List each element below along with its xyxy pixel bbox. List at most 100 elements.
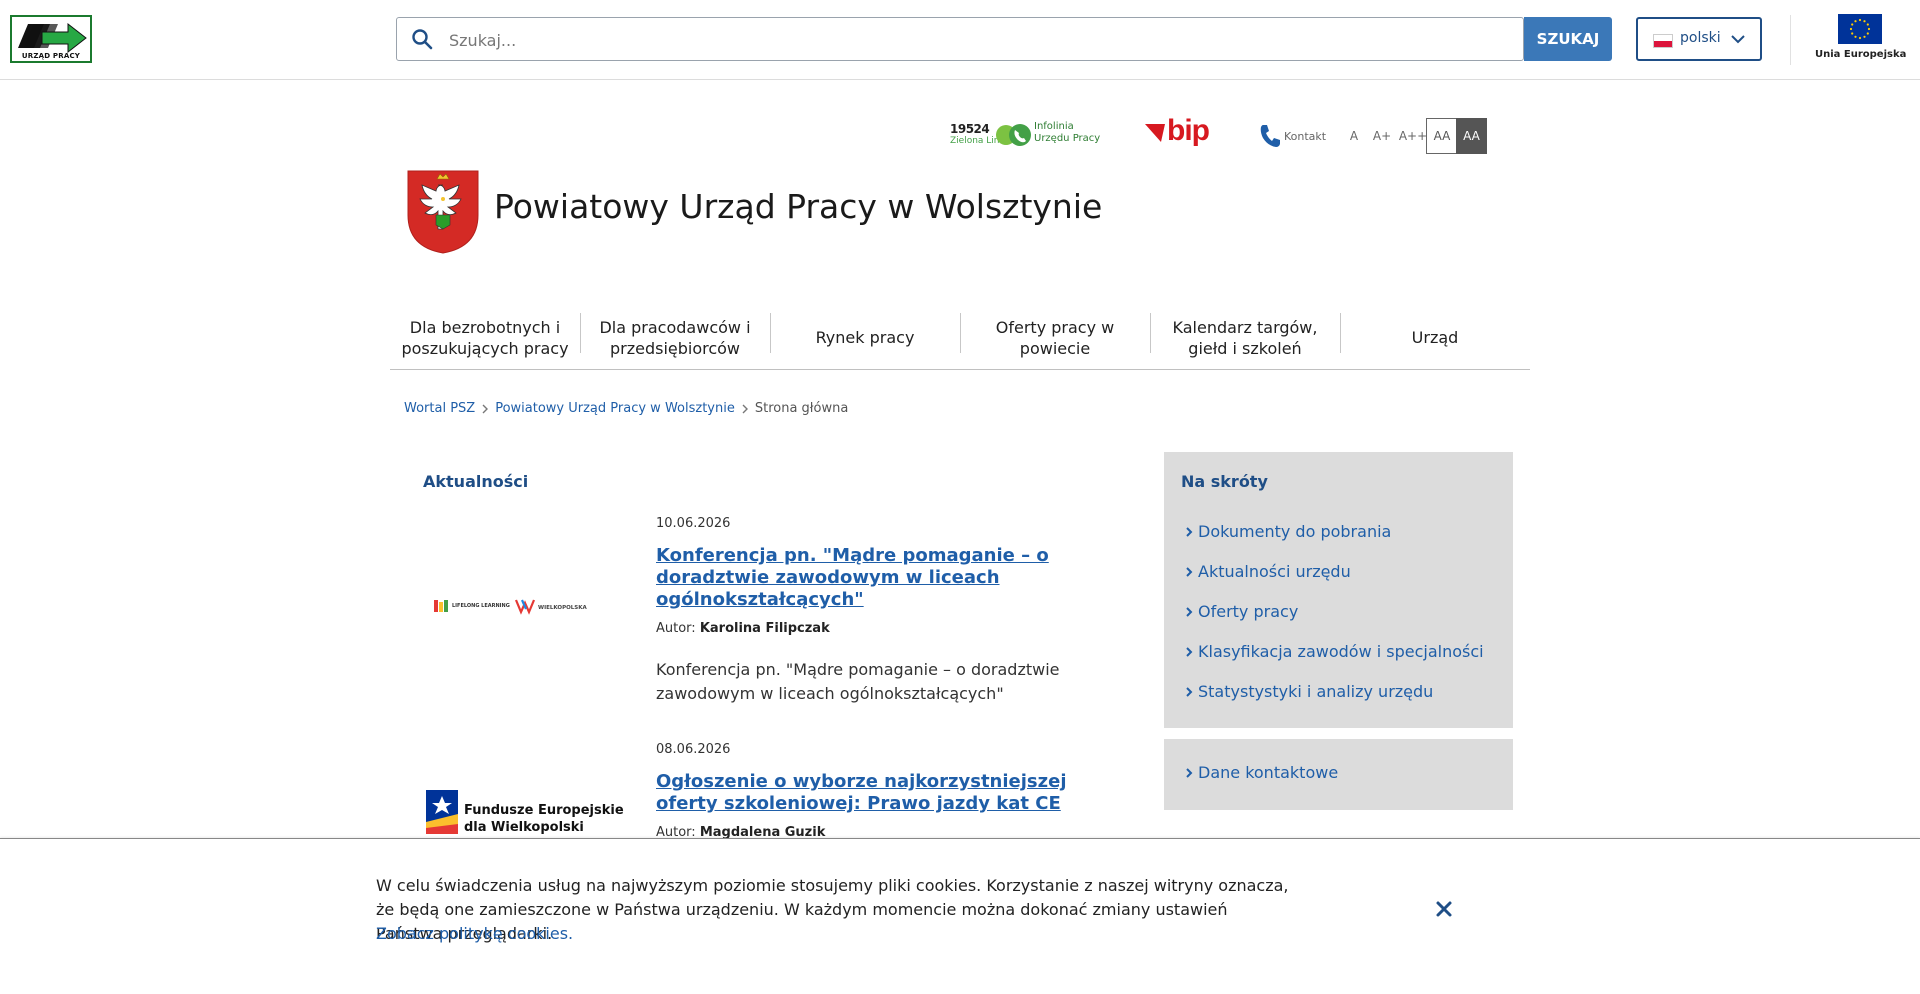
shortcuts-box: Na skróty Dokumenty do pobrania Aktualno… (1164, 452, 1513, 728)
search-input[interactable] (447, 24, 1451, 56)
chevron-down-icon (1731, 35, 1745, 44)
phone-bubble-icon (996, 124, 1031, 146)
shortcut-link-label: Statystystyki i analizy urzędu (1198, 682, 1434, 701)
bip-link[interactable]: bip (1145, 114, 1225, 154)
nav-label-line1: Oferty pracy w (995, 317, 1115, 337)
shortcut-link-documents[interactable]: Dokumenty do pobrania (1184, 522, 1391, 541)
news-thumbnail[interactable]: Fundusze Europejskie dla Wielkopolski (424, 788, 624, 838)
nav-item-calendar[interactable]: Kalendarz targów, giełd i szkoleń (1150, 306, 1340, 369)
cookie-policy-link[interactable]: Zobacz politykę cookies. (376, 922, 573, 946)
nav-item-unemployed[interactable]: Dla bezrobotnych i poszukujących pracy (390, 306, 580, 369)
nav-item-labour-market[interactable]: Rynek pracy (770, 306, 960, 369)
news-title-link[interactable]: Konferencja pn. "Mądre pomaganie – o dor… (656, 545, 1086, 611)
nav-item-label: Rynek pracy (815, 328, 915, 347)
infolinia-label-line2: Urzędu Pracy (1034, 133, 1101, 144)
news-date: 08.06.2026 (656, 742, 731, 757)
european-funds-logo-icon: Fundusze Europejskie dla Wielkopolski (426, 790, 624, 835)
contrast-normal-button[interactable]: AA (1426, 118, 1458, 154)
infolinia-label-line1: Infolinia (1034, 121, 1074, 132)
thumb-text-2: WIELKOPOLSKA (538, 605, 587, 611)
contact-box: Dane kontaktowe (1164, 739, 1513, 810)
chevron-right-icon (1186, 767, 1193, 778)
font-size-large-button[interactable]: A+ (1370, 118, 1394, 154)
news-author: Autor: Karolina Filipczak (656, 621, 830, 636)
chevron-right-icon (1186, 606, 1193, 617)
lifelong-learning-logo-icon: LIFELONG LEARNING WIELKOPOLSKA (434, 599, 587, 615)
eu-label: Unia Europejska (1815, 49, 1907, 60)
cookie-banner: W celu świadczenia usług na najwyższym p… (0, 838, 1920, 994)
nav-label-line2: przedsiębiorców (609, 338, 741, 358)
nav-item-label: Kalendarz targów, giełd i szkoleń (1173, 317, 1318, 359)
chevron-right-icon (1186, 526, 1193, 537)
phone-icon (1260, 125, 1280, 147)
nav-label-line2: powiecie (1019, 338, 1091, 358)
news-section-title: Aktualności (423, 472, 529, 491)
main-nav: Dla bezrobotnych i poszukujących pracy Dl… (390, 306, 1530, 370)
kontakt-link[interactable]: Kontakt (1258, 118, 1338, 154)
nav-label-line1: Kalendarz targów, (1172, 317, 1318, 337)
eu-flag-icon (1838, 14, 1882, 44)
contact-data-label: Dane kontaktowe (1198, 763, 1339, 782)
nav-item-label: Dla pracodawców i przedsiębiorców (599, 317, 750, 359)
infolinia-link[interactable]: 19524 Zielona Linia Infolinia Urzędu Pra… (950, 118, 1100, 154)
shortcut-link-label: Klasyfikacja zawodów i specjalności (1198, 642, 1484, 661)
bip-icon (1145, 124, 1165, 142)
polish-flag-icon (1653, 34, 1673, 48)
shortcut-link-news[interactable]: Aktualności urzędu (1184, 562, 1351, 581)
nav-item-office[interactable]: Urząd (1340, 306, 1530, 369)
font-size-normal-button[interactable]: A (1344, 118, 1364, 154)
author-name: Karolina Filipczak (699, 621, 830, 636)
language-select[interactable]: polski (1636, 17, 1762, 61)
infolinia-number: 19524 (950, 122, 990, 136)
shortcut-link-label: Aktualności urzędu (1198, 562, 1351, 581)
news-excerpt: Konferencja pn. "Mądre pomaganie – o dor… (656, 660, 1060, 703)
shortcut-link-job-offers[interactable]: Oferty pracy (1184, 602, 1298, 621)
shortcut-link-statistics[interactable]: Statystystyki i analizy urzędu (1184, 682, 1433, 701)
chevron-right-icon (1186, 686, 1193, 697)
shortcut-link-label: Dokumenty do pobrania (1198, 522, 1392, 541)
logo-text: URZĄD PRACY (21, 52, 81, 60)
top-divider (1790, 15, 1791, 65)
bip-text: bip (1167, 114, 1210, 147)
nav-item-label: Urząd (1411, 328, 1459, 347)
search-box (396, 17, 1524, 61)
news-thumbnail[interactable]: LIFELONG LEARNING WIELKOPOLSKA (430, 594, 590, 620)
language-label: polski (1680, 30, 1721, 46)
news-title-link[interactable]: Ogłoszenie o wyborze najkorzystniejszej … (656, 771, 1096, 815)
chevron-right-icon (1186, 646, 1193, 657)
chevron-right-icon (482, 404, 489, 413)
shortcut-link-classification[interactable]: Klasyfikacja zawodów i specjalności (1184, 642, 1484, 661)
page-title: Powiatowy Urząd Pracy w Wolsztynie (494, 187, 1103, 226)
search-icon (412, 29, 433, 50)
nav-item-label: Oferty pracy w powiecie (996, 317, 1114, 359)
shortcuts-title: Na skróty (1181, 472, 1268, 491)
nav-label-line1: Dla bezrobotnych i (409, 317, 561, 337)
top-bar: URZĄD PRACY SZUKAJ polski Unia Europejsk… (0, 0, 1920, 80)
nav-item-employers[interactable]: Dla pracodawców i przedsiębiorców (580, 306, 770, 369)
nav-label-line2: giełd i szkoleń (1188, 338, 1302, 358)
infolinia-label: Infolinia Urzędu Pracy (1034, 121, 1100, 145)
eu-link[interactable]: Unia Europejska (1815, 14, 1907, 66)
breadcrumb-link-wortal[interactable]: Wortal PSZ (404, 401, 475, 416)
contact-data-link[interactable]: Dane kontaktowe (1184, 763, 1338, 782)
contrast-high-button[interactable]: AA (1456, 118, 1487, 154)
news-date: 10.06.2026 (656, 516, 731, 531)
close-icon[interactable] (1434, 899, 1454, 919)
breadcrumb-link-office[interactable]: Powiatowy Urząd Pracy w Wolsztynie (495, 401, 735, 416)
nav-label-line1: Dla pracodawców i (599, 317, 751, 337)
thumb-text-1: Fundusze Europejskie (464, 803, 624, 818)
author-prefix: Autor: (656, 621, 696, 636)
coat-of-arms-icon (407, 170, 479, 254)
chevron-right-icon (742, 404, 748, 413)
breadcrumb-current: Strona główna (754, 401, 849, 416)
site-logo[interactable]: URZĄD PRACY (10, 15, 92, 63)
thumb-text-1: LIFELONG LEARNING (452, 603, 510, 609)
search-button[interactable]: SZUKAJ (1524, 17, 1612, 61)
chevron-right-icon (1186, 566, 1193, 577)
shortcut-link-label: Oferty pracy (1198, 602, 1299, 621)
nav-label-line2: poszukujących pracy (401, 338, 569, 358)
thumb-text-2: dla Wielkopolski (464, 820, 584, 835)
breadcrumb: Wortal PSZ Powiatowy Urząd Pracy w Wolsz… (404, 401, 848, 416)
nav-item-job-offers[interactable]: Oferty pracy w powiecie (960, 306, 1150, 369)
font-size-xlarge-button[interactable]: A++ (1398, 118, 1428, 154)
